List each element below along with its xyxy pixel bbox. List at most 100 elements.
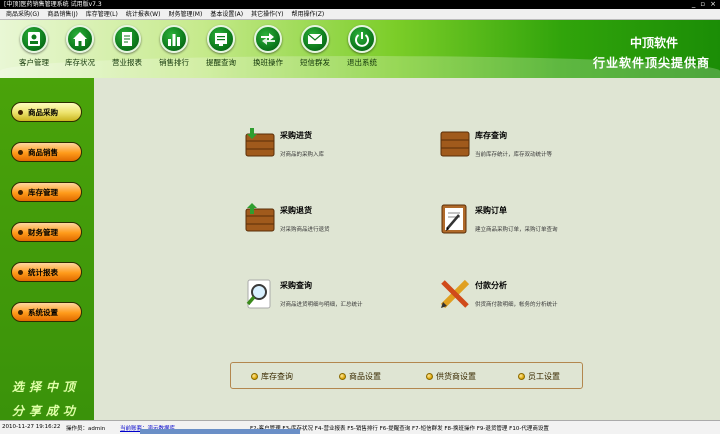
quick-link-supplier-settings[interactable]: 供货商设置 xyxy=(426,371,476,382)
quick-link-label: 供货商设置 xyxy=(436,372,476,381)
menu-bar: 商品采购(G) 商品销售(J) 库存管理(L) 统计报表(W) 财务管理(M) … xyxy=(0,9,720,20)
feature-desc: 当前库存统计，库存双动统计等 xyxy=(475,152,553,158)
toolbar-label: 退出系统 xyxy=(347,58,377,67)
bullet-icon xyxy=(518,373,525,380)
toolbar-customer-button[interactable]: 客户管理 xyxy=(12,25,56,68)
window-titlebar: [中顶]医药销售管理系统 试用版v7.3 _ ▫ × xyxy=(0,0,720,9)
feature-title: 付款分析 xyxy=(475,281,507,290)
feature-title: 采购查询 xyxy=(280,281,312,290)
toolbar-label: 库存状况 xyxy=(65,58,95,67)
menu-item-other[interactable]: 其它操作(Y) xyxy=(248,9,286,19)
toolbar-label: 销售排行 xyxy=(159,58,189,67)
menu-item-purchase[interactable]: 商品采购(G) xyxy=(3,9,42,19)
menu-item-sales[interactable]: 商品销售(J) xyxy=(44,9,80,19)
bullet-icon xyxy=(339,373,346,380)
toolbar-inventory-button[interactable]: 库存状况 xyxy=(58,25,102,68)
status-datetime: 2010-11-27 19:16:22 xyxy=(2,424,61,430)
feature-desc: 对商品进货明细与明细，汇总统计 xyxy=(280,302,363,308)
brand-name: 中顶软件 xyxy=(629,36,678,50)
taskbar-strip xyxy=(140,429,300,434)
bullet-icon xyxy=(251,373,258,380)
toolbar-label: 客户管理 xyxy=(19,58,49,67)
customer-icon xyxy=(28,32,40,46)
bullet-icon xyxy=(426,373,433,380)
slogan-line-2: 分享成功 xyxy=(12,404,81,418)
quick-link-label: 员工设置 xyxy=(528,372,560,381)
window-title: [中顶]医药销售管理系统 试用版v7.3 xyxy=(4,1,102,8)
toolbar-report-button[interactable]: 营业报表 xyxy=(105,25,149,68)
toolbar-label: 营业报表 xyxy=(112,58,142,67)
switch-icon xyxy=(261,33,275,45)
pencil-ruler-icon xyxy=(440,279,470,309)
toolbar-label: 换班操作 xyxy=(253,58,283,67)
close-button[interactable]: × xyxy=(710,0,716,9)
toolbar-switch-button[interactable]: 换班操作 xyxy=(246,25,290,68)
toolbar-label: 短信群发 xyxy=(300,58,330,67)
maximize-button[interactable]: ▫ xyxy=(700,0,705,9)
main-panel: 采购进货 对商品的采购入库 库存查询 当前库存统计，库存双动统计等 采购退货 对… xyxy=(94,78,720,420)
sidebar-item-sales[interactable]: 商品销售 xyxy=(11,142,82,162)
magnifier-icon xyxy=(246,279,271,309)
report-icon xyxy=(122,32,132,46)
box-in-icon xyxy=(245,128,275,157)
bullet-icon xyxy=(18,189,23,195)
feature-purchase-return[interactable]: 采购退货 对采购商品进行退货 xyxy=(244,203,330,235)
sms-icon xyxy=(307,33,323,44)
home-icon xyxy=(73,32,87,46)
toolbar-reminder-button[interactable]: 提醒查询 xyxy=(199,25,243,68)
quick-link-label: 库存查询 xyxy=(261,372,293,381)
minimize-button[interactable]: _ xyxy=(692,0,696,9)
quick-links-bar: 库存查询 商品设置 供货商设置 员工设置 xyxy=(230,362,583,389)
bullet-icon xyxy=(18,229,23,235)
reminder-icon xyxy=(215,33,227,46)
menu-item-inventory[interactable]: 库存管理(L) xyxy=(83,9,121,19)
quick-link-employee-settings[interactable]: 员工设置 xyxy=(518,371,560,382)
feature-title: 采购退货 xyxy=(280,206,312,215)
sidebar-item-reports[interactable]: 统计报表 xyxy=(11,262,82,282)
header-toolbar: 客户管理 库存状况 营业报表 销售排行 提醒查询 换班操作 短信群发 退出系统 … xyxy=(0,20,720,78)
brand-tagline: 行业软件顶尖提供商 xyxy=(592,56,710,70)
sidebar-item-inventory[interactable]: 库存管理 xyxy=(11,182,82,202)
sidebar: 商品采购 商品销售 库存管理 财务管理 统计报表 系统设置 选择中顶 分享成功 xyxy=(0,78,94,420)
quick-link-label: 商品设置 xyxy=(349,372,381,381)
power-icon xyxy=(355,32,369,47)
sidebar-item-purchase[interactable]: 商品采购 xyxy=(11,102,82,122)
feature-purchase-order[interactable]: 采购订单 建立商品采购订单，采购订单查询 xyxy=(439,203,558,235)
feature-desc: 对商品的采购入库 xyxy=(280,152,325,158)
status-operator: 操作员：admin xyxy=(66,426,106,432)
status-bar: 2010-11-27 19:16:22 操作员：admin 当前账套：演示数据库… xyxy=(0,420,720,434)
feature-title: 采购订单 xyxy=(475,206,507,215)
slogan-line-1: 选择中顶 xyxy=(12,380,81,394)
sidebar-item-settings[interactable]: 系统设置 xyxy=(11,302,82,322)
feature-title: 库存查询 xyxy=(475,131,507,140)
toolbar-ranking-button[interactable]: 销售排行 xyxy=(152,25,196,68)
quick-link-stock-query[interactable]: 库存查询 xyxy=(251,371,293,382)
menu-item-settings[interactable]: 基本设置(A) xyxy=(207,9,246,19)
sidebar-item-label: 商品销售 xyxy=(28,147,58,157)
sidebar-item-finance[interactable]: 财务管理 xyxy=(11,222,82,242)
feature-desc: 供货商付款明细，帐务的分析统计 xyxy=(475,302,558,308)
bullet-icon xyxy=(18,149,23,155)
brand-block: 中顶软件 行业软件顶尖提供商 xyxy=(593,34,710,71)
box-out-icon xyxy=(245,203,275,232)
feature-purchase-in[interactable]: 采购进货 对商品的采购入库 xyxy=(244,128,324,160)
sidebar-item-label: 库存管理 xyxy=(28,187,58,197)
quick-link-product-settings[interactable]: 商品设置 xyxy=(339,371,381,382)
sidebar-item-label: 系统设置 xyxy=(28,307,58,317)
feature-stock-query[interactable]: 库存查询 当前库存统计，库存双动统计等 xyxy=(439,128,552,160)
menu-item-finance[interactable]: 财务管理(M) xyxy=(165,9,205,19)
toolbar-exit-button[interactable]: 退出系统 xyxy=(340,25,384,68)
feature-desc: 对采购商品进行退货 xyxy=(280,227,330,233)
feature-payment-analysis[interactable]: 付款分析 供货商付款明细，帐务的分析统计 xyxy=(439,278,558,310)
box-icon xyxy=(440,131,470,157)
toolbar-sms-button[interactable]: 短信群发 xyxy=(293,25,337,68)
menu-item-reports[interactable]: 统计报表(W) xyxy=(123,9,164,19)
sidebar-item-label: 统计报表 xyxy=(28,267,58,277)
feature-purchase-query[interactable]: 采购查询 对商品进货明细与明细，汇总统计 xyxy=(244,278,363,310)
feature-title: 采购进货 xyxy=(280,131,312,140)
menu-item-help[interactable]: 帮用操作(Z) xyxy=(288,9,327,19)
toolbar-label: 提醒查询 xyxy=(206,58,236,67)
bullet-icon xyxy=(18,109,23,115)
bar-chart-icon xyxy=(168,34,180,46)
sidebar-item-label: 商品采购 xyxy=(28,107,58,117)
